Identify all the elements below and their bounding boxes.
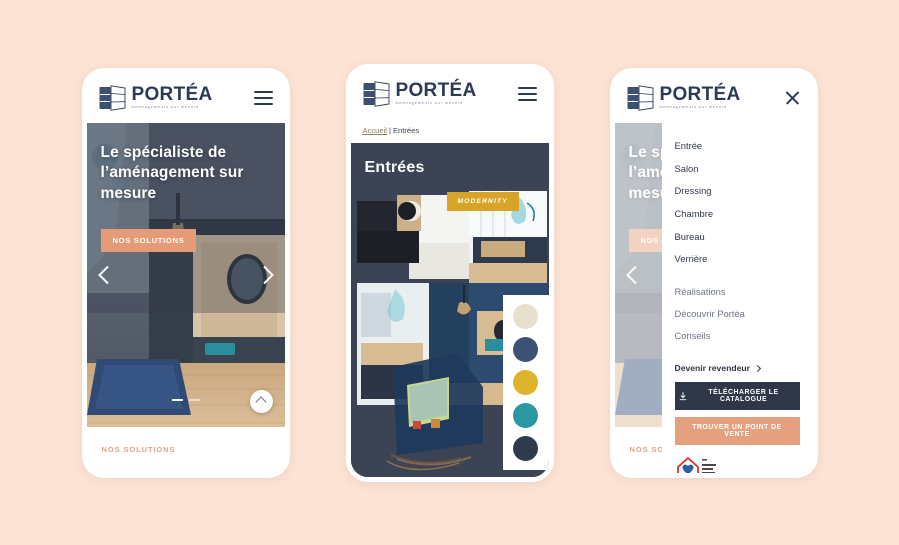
carousel-dot[interactable] — [188, 398, 200, 401]
brand-wordmark: PORTÉA aménagements sur mesure — [396, 81, 477, 106]
menu-item-realisations[interactable]: Réalisations — [675, 281, 800, 303]
category-hero: Entrées MODERNITY — [350, 142, 549, 477]
hero-cta-button[interactable]: NOS SOLUTIONS — [100, 228, 197, 252]
menu-item-chambre[interactable]: Chambre — [675, 202, 800, 225]
carousel-dots[interactable] — [171, 398, 200, 401]
menu-item-conseils[interactable]: Conseils — [675, 325, 800, 347]
menu-item-dressing[interactable]: Dressing — [675, 180, 800, 203]
navigation-menu-panel: Entrée Salon Dressing Chambre Bureau Ver… — [661, 122, 813, 473]
color-swatch-gold[interactable] — [513, 369, 538, 395]
home-screen: PORTÉA aménagements sur mesure Le spécia… — [86, 72, 285, 473]
brand-wordmark: PORTÉA aménagements sur mesure — [660, 85, 741, 110]
breadcrumb-separator: | — [388, 126, 391, 135]
phone-mockup-category: PORTÉA aménagements sur mesure Accueil |… — [345, 63, 554, 482]
download-icon — [679, 392, 686, 401]
brand-tagline: aménagements sur mesure — [395, 101, 464, 106]
close-icon[interactable] — [784, 89, 801, 106]
menu-item-bureau[interactable]: Bureau — [675, 225, 800, 248]
footer-link-solutions[interactable]: NOS SOLUTIONS — [102, 445, 176, 454]
find-store-button[interactable]: TROUVER UN POINT DE VENTE — [674, 417, 800, 446]
brand-wordmark: PORTÉA aménagements sur mesure — [132, 85, 213, 110]
hero-carousel: Le spécialiste de l’aménagement sur mesu… — [86, 122, 285, 427]
carousel-dot[interactable] — [171, 398, 183, 401]
menu-item-salon[interactable]: Salon — [675, 157, 800, 180]
color-swatch-dark-navy[interactable] — [513, 435, 538, 461]
color-swatch-navy[interactable] — [513, 336, 538, 362]
brand-tagline: aménagements sur mesure — [659, 105, 728, 110]
reseller-label: Devenir revendeur — [674, 363, 750, 374]
brand-logo[interactable]: PORTÉA aménagements sur mesure — [99, 84, 213, 111]
breadcrumb-home-link[interactable]: Accueil — [363, 126, 387, 135]
phone-mockup-home: PORTÉA aménagements sur mesure Le spécia… — [81, 67, 290, 478]
download-catalogue-label: TÉLÉCHARGER LE CATALOGUE — [708, 389, 779, 404]
portea-window-logo-icon — [99, 84, 125, 111]
home-header: PORTÉA aménagements sur mesure — [86, 72, 285, 123]
menu-header: PORTÉA aménagements sur mesure — [614, 72, 813, 123]
breadcrumb-current: Entrées — [392, 126, 420, 135]
brand-tagline: aménagements sur mesure — [131, 105, 200, 110]
hamburger-menu-icon[interactable] — [517, 86, 537, 101]
made-in-france-badge — [675, 455, 800, 473]
download-catalogue-button[interactable]: TÉLÉCHARGER LE CATALOGUE — [674, 382, 800, 411]
brand-logo[interactable]: PORTÉA aménagements sur mesure — [363, 80, 477, 107]
home-footer-bar: NOS SOLUTIONS — [86, 426, 285, 473]
color-swatch-teal[interactable] — [513, 402, 538, 428]
brand-name: PORTÉA — [395, 80, 477, 102]
color-swatch-list — [502, 294, 549, 470]
scroll-to-top-button[interactable] — [249, 389, 273, 413]
chevron-left-icon[interactable] — [97, 262, 115, 288]
made-in-france-badge-icon — [676, 457, 716, 473]
chevron-right-icon[interactable] — [257, 262, 275, 288]
chevron-right-icon — [753, 364, 762, 372]
find-store-label: TROUVER UN POINT DE VENTE — [692, 424, 782, 439]
menu-item-decouvrir-portea[interactable]: Découvrir Portéa — [675, 303, 800, 325]
portea-window-logo-icon — [363, 80, 389, 107]
menu-screen: PORTÉA aménagements sur mesure NOS Entré… — [614, 72, 813, 473]
breadcrumb: Accueil | Entrées — [350, 118, 549, 143]
menu-item-devenir-revendeur[interactable]: Devenir revendeur — [675, 357, 800, 382]
modernity-badge: MODERNITY — [446, 191, 519, 211]
category-header: PORTÉA aménagements sur mesure — [350, 68, 549, 119]
menu-item-entree[interactable]: Entrée — [675, 135, 800, 158]
category-screen: PORTÉA aménagements sur mesure Accueil |… — [350, 68, 549, 477]
menu-item-verriere[interactable]: Verrière — [675, 247, 800, 270]
color-swatch-cream[interactable] — [513, 303, 538, 329]
brand-name: PORTÉA — [659, 84, 741, 106]
hamburger-menu-icon[interactable] — [253, 90, 273, 105]
brand-logo[interactable]: PORTÉA aménagements sur mesure — [627, 84, 741, 111]
phone-mockup-menu: PORTÉA aménagements sur mesure NOS Entré… — [609, 67, 818, 478]
portea-window-logo-icon — [627, 84, 653, 111]
category-title: Entrées — [364, 158, 425, 176]
brand-name: PORTÉA — [131, 84, 213, 106]
phone-mockup-stage: PORTÉA aménagements sur mesure Le spécia… — [0, 0, 899, 545]
hero-heading: Le spécialiste de l’aménagement sur mesu… — [100, 143, 244, 202]
